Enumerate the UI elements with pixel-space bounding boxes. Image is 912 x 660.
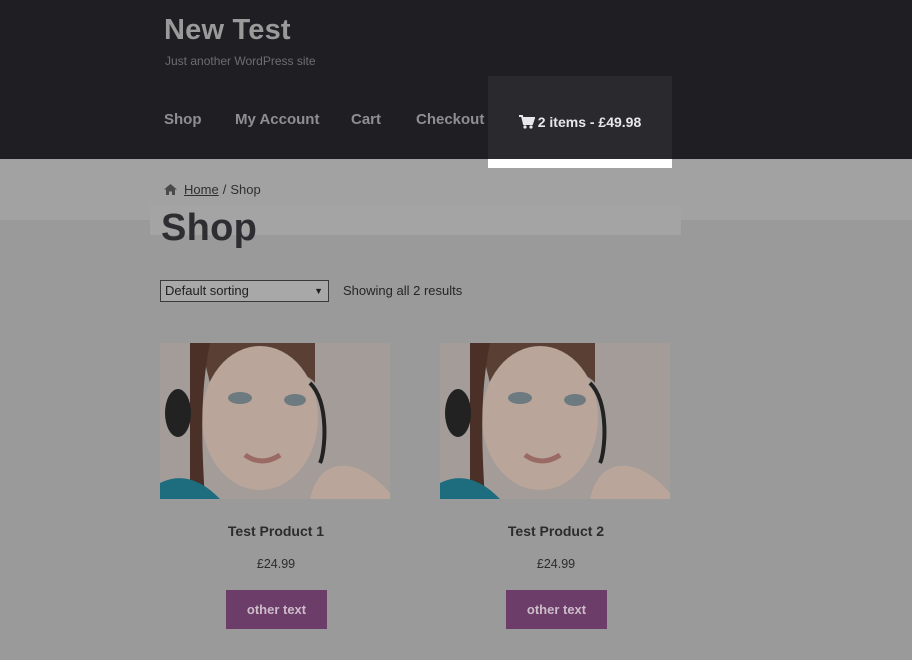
result-count: Showing all 2 results [343, 283, 463, 298]
product-price: £24.99 [536, 557, 576, 571]
nav-item-cart[interactable]: Cart [351, 76, 381, 159]
breadcrumb-separator: / [222, 182, 227, 197]
nav-item-shop[interactable]: Shop [164, 76, 202, 159]
cart-summary: 2 items - £49.98 [537, 113, 642, 130]
add-to-cart-button[interactable]: other text [226, 590, 327, 629]
breadcrumb-home-link[interactable]: Home [184, 182, 219, 197]
site-tagline: Just another WordPress site [165, 54, 316, 68]
header-cart[interactable]: 2 items - £49.98 [488, 76, 672, 167]
main-navigation: Shop My Account Cart Checkout [0, 76, 912, 159]
breadcrumb-current: Shop [230, 182, 261, 197]
cart-tab-underline [488, 159, 672, 168]
product-price: £24.99 [256, 557, 296, 571]
product-title[interactable]: Test Product 2 [440, 523, 672, 539]
page-title: Shop [161, 207, 258, 249]
sorting-select[interactable]: Default sorting ▼ [160, 280, 329, 302]
product-image[interactable] [160, 343, 390, 499]
dropdown-arrow-icon: ▼ [314, 286, 323, 296]
nav-item-checkout[interactable]: Checkout [416, 76, 484, 159]
shopping-cart-icon [518, 114, 535, 129]
product-image[interactable] [440, 343, 670, 499]
product-title[interactable]: Test Product 1 [160, 523, 392, 539]
site-title[interactable]: New Test [164, 14, 291, 47]
add-to-cart-button[interactable]: other text [506, 590, 607, 629]
sorting-selected-value: Default sorting [165, 283, 249, 298]
home-icon [164, 184, 177, 195]
breadcrumb: Home / Shop [164, 182, 261, 197]
nav-item-my-account[interactable]: My Account [235, 76, 319, 159]
